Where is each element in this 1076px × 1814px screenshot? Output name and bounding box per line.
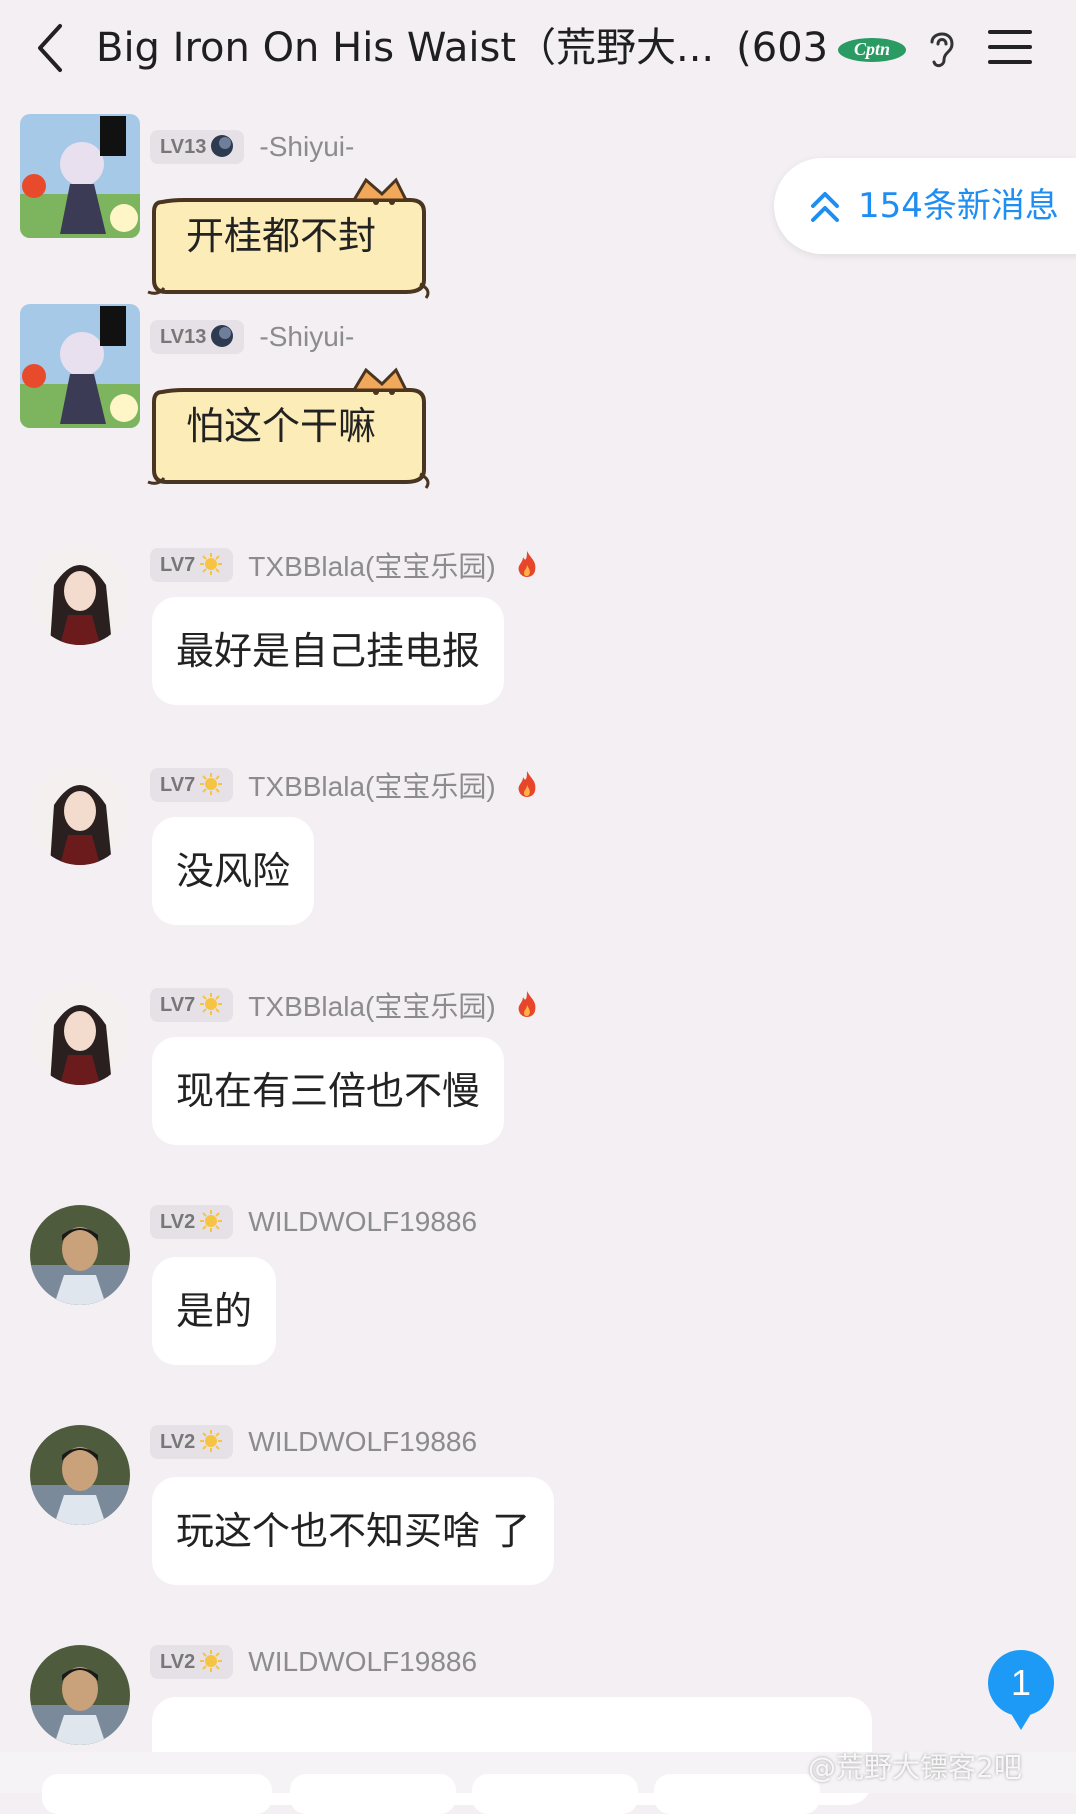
moon-icon [211,325,234,348]
unread-badge[interactable]: 1 [988,1650,1054,1730]
avatar[interactable] [30,1425,130,1525]
message-bubble[interactable]: 没风险 [152,817,315,925]
username[interactable]: -Shiyui- [259,131,354,163]
message-bubble[interactable]: 最好是自己挂电报 [152,597,505,705]
watermark: @荒野大镖客2吧 [808,1751,1022,1784]
new-messages-button[interactable]: 154条新消息 [774,158,1076,254]
message-meta: LV13 -Shiyui- [150,130,354,168]
sun-icon [200,773,223,796]
double-chevron-up-icon [811,192,839,222]
level-text: LV7 [160,994,196,1016]
back-button[interactable] [30,20,74,76]
level-badge: LV2 [150,1205,234,1239]
level-badge: LV7 [150,768,234,802]
fire-icon [518,771,536,797]
message-bubble[interactable]: 是的 [152,1257,277,1365]
quick-action-chip[interactable] [42,1774,272,1814]
sun-icon [200,1650,223,1673]
message-meta: LV7 TXBBlala(宝宝乐园) [150,545,539,583]
level-badge: LV2 [150,1425,234,1459]
club-badge-icon[interactable]: Cptn [836,28,908,68]
level-badge: LV7 [150,988,234,1022]
level-text: LV2 [160,1651,196,1673]
ear-mode-button[interactable] [924,26,958,70]
level-text: LV7 [160,774,196,796]
level-text: LV7 [160,554,196,576]
level-badge: LV13 [150,320,245,354]
moon-icon [211,135,234,158]
level-text: LV13 [160,326,207,348]
cat-message-bubble[interactable]: 怕这个干嘛 [144,362,436,494]
chat-message: LV13 -Shiyui- 怕这个干嘛 [0,304,1076,500]
avatar[interactable] [30,1205,130,1305]
level-text: LV13 [160,136,207,158]
chat-message: LV7 TXBBlala(宝宝乐园) 现在有三倍也不慢 [0,975,1076,1185]
chat-message: LV7 TXBBlala(宝宝乐园) 最好是自己挂电报 [0,535,1076,745]
chat-message: LV2 WILDWOLF19886 玩这个也不知买啥 了 [0,1415,1076,1625]
username[interactable]: WILDWOLF19886 [248,1646,477,1678]
avatar[interactable] [30,765,130,865]
svg-text:Cptn: Cptn [854,39,890,59]
message-text: 开桂都不封 [186,214,377,258]
message-meta: LV2 WILDWOLF19886 [150,1645,477,1683]
level-text: LV2 [160,1431,196,1453]
chat-header: Big Iron On His Waist（荒野大... (603) Cptn [0,0,1076,98]
level-text: LV2 [160,1211,196,1233]
message-bubble[interactable]: 玩这个也不知买啥 了 [152,1477,555,1585]
fire-icon [518,991,536,1017]
ear-icon [930,32,954,68]
username[interactable]: TXBBlala(宝宝乐园) [248,545,495,585]
username[interactable]: WILDWOLF19886 [248,1426,477,1458]
fire-icon [518,551,536,577]
quick-action-chip[interactable] [654,1774,820,1814]
message-meta: LV7 TXBBlala(宝宝乐园) [150,985,539,1023]
username[interactable]: TXBBlala(宝宝乐园) [248,765,495,805]
avatar[interactable] [20,114,140,238]
message-meta: LV7 TXBBlala(宝宝乐园) [150,765,539,803]
chat-message: LV2 WILDWOLF19886 是的 [0,1195,1076,1405]
quick-action-chip[interactable] [290,1774,456,1814]
username[interactable]: -Shiyui- [259,321,354,353]
chevron-left-icon [38,24,62,72]
sun-icon [200,553,223,576]
hamburger-menu-icon [988,30,1032,64]
message-meta: LV2 WILDWOLF19886 [150,1425,477,1463]
group-name: Big Iron On His Waist（荒野大... [96,25,715,71]
level-badge: LV2 [150,1645,234,1679]
avatar[interactable] [30,1645,130,1745]
chat-title[interactable]: Big Iron On His Waist（荒野大... (603) [96,20,826,76]
quick-action-chip[interactable] [472,1774,638,1814]
level-badge: LV7 [150,548,234,582]
sun-icon [200,993,223,1016]
new-messages-label: 154条新消息 [858,186,1059,226]
chat-message: LV7 TXBBlala(宝宝乐园) 没风险 [0,755,1076,965]
message-meta: LV2 WILDWOLF19886 [150,1205,477,1243]
avatar[interactable] [30,985,130,1085]
cat-message-bubble[interactable]: 开桂都不封 [144,172,436,304]
message-bubble[interactable]: 现在有三倍也不慢 [152,1037,505,1145]
message-text: 怕这个干嘛 [186,404,377,448]
username[interactable]: WILDWOLF19886 [248,1206,477,1238]
member-count: (603) [736,25,826,71]
menu-button[interactable] [986,26,1034,68]
avatar[interactable] [20,304,140,428]
avatar[interactable] [30,545,130,645]
sun-icon [200,1430,223,1453]
username[interactable]: TXBBlala(宝宝乐园) [248,985,495,1025]
sun-icon [200,1210,223,1233]
level-badge: LV13 [150,130,245,164]
message-meta: LV13 -Shiyui- [150,320,354,358]
